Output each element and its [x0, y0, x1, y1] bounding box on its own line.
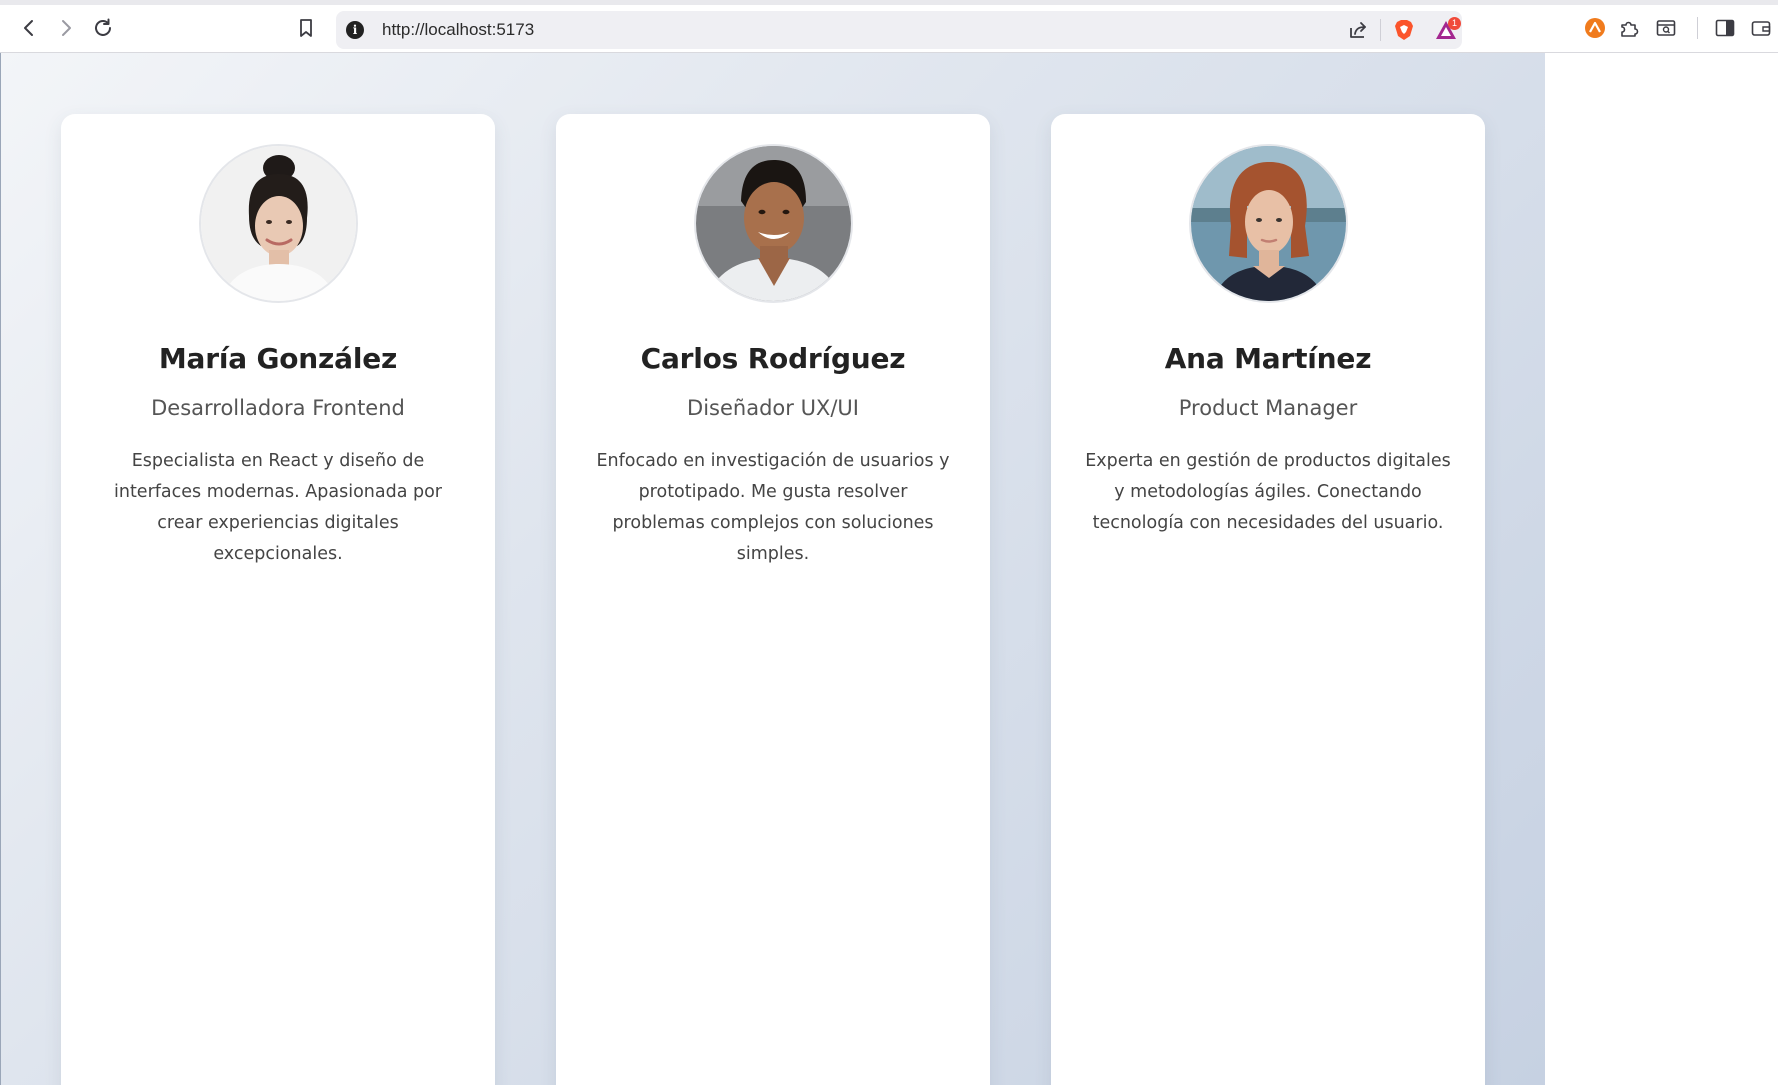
member-bio: Enfocado en investigación de usuarios y …: [596, 451, 950, 564]
blank-area: [1545, 53, 1778, 1085]
browser-toolbar: i http://localhost:5173 1: [0, 5, 1778, 53]
back-button[interactable]: [14, 13, 44, 43]
avatar: [1189, 144, 1348, 303]
extensions-button[interactable]: [1614, 13, 1644, 43]
brave-lion-icon: [1395, 20, 1413, 40]
member-bio: Experta en gestión de productos digitale…: [1085, 451, 1451, 533]
member-name: María González: [158, 342, 398, 375]
sidebar-button[interactable]: [1710, 13, 1740, 43]
portrait-image: [201, 146, 356, 301]
url-text[interactable]: http://localhost:5173: [382, 11, 534, 49]
forward-button[interactable]: [51, 13, 81, 43]
brave-shields-button[interactable]: [1386, 11, 1422, 49]
window-left-border: [0, 53, 1, 1085]
window-search-icon: [1656, 20, 1676, 36]
orange-extension-icon: [1585, 18, 1605, 38]
member-role: Diseñador UX/UI: [687, 396, 859, 420]
avatar: [694, 144, 853, 303]
member-name: Ana Martínez: [1164, 342, 1372, 375]
share-icon: [1350, 22, 1366, 38]
wallet-button[interactable]: [1746, 13, 1776, 43]
reload-icon: [95, 18, 111, 36]
member-bio: Especialista en React y diseño de interf…: [113, 451, 442, 564]
sidebar-icon: [1715, 19, 1735, 37]
bookmark-icon: [300, 19, 312, 37]
share-button[interactable]: [1340, 11, 1376, 49]
bookmark-button[interactable]: [291, 13, 321, 43]
address-bar[interactable]: i http://localhost:5173 1: [336, 11, 1462, 49]
wallet-icon: [1751, 21, 1771, 36]
site-info-icon[interactable]: i: [346, 21, 364, 39]
team-card: Carlos Rodríguez Diseñador UX/UI Enfocad…: [556, 114, 990, 1085]
team-card: Ana Martínez Product Manager Experta en …: [1051, 114, 1485, 1085]
toolbar-divider: [1697, 17, 1698, 39]
notification-badge: 1: [1448, 17, 1461, 30]
extension-orange-button[interactable]: [1580, 13, 1610, 43]
page-viewport: María González Desarrolladora Frontend E…: [0, 53, 1545, 1085]
puzzle-icon: [1621, 21, 1639, 37]
team-card: María González Desarrolladora Frontend E…: [61, 114, 495, 1085]
reload-button[interactable]: [88, 13, 118, 43]
forward-arrow-icon: [62, 20, 71, 36]
tab-search-button[interactable]: [1651, 13, 1681, 43]
brave-rewards-button[interactable]: 1: [1428, 11, 1464, 49]
member-role: Product Manager: [1178, 396, 1358, 420]
portrait-image: [1191, 146, 1346, 301]
back-arrow-icon: [24, 20, 33, 36]
member-role: Desarrolladora Frontend: [151, 396, 405, 420]
member-name: Carlos Rodríguez: [640, 342, 906, 375]
portrait-image: [696, 146, 851, 301]
avatar: [199, 144, 358, 303]
omnibox-divider: [1380, 19, 1381, 41]
